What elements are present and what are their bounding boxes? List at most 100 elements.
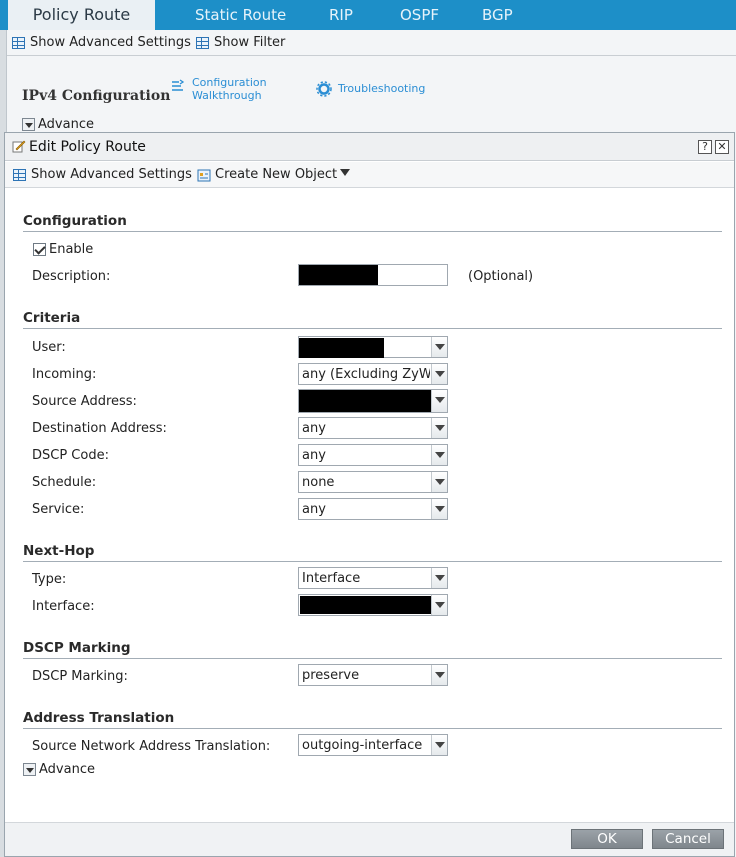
dialog-title-bar[interactable]: Edit Policy Route ? ✕ [5,133,734,161]
bg-show-filter-button[interactable]: Show Filter [196,35,285,51]
redacted-block [300,596,431,614]
advance-label: Advance [39,762,95,777]
description-input[interactable] [298,264,448,286]
table-icon [196,37,209,49]
dscp-code-value: any [302,448,326,463]
close-button[interactable]: ✕ [715,140,729,154]
tab-rip[interactable]: RIP [329,0,353,30]
destination-address-select[interactable]: any [298,417,448,439]
description-optional-hint: (Optional) [468,269,534,284]
help-button[interactable]: ? [698,140,712,154]
user-select[interactable] [298,336,448,358]
bg-advance-toggle[interactable]: Advance [22,117,94,132]
dscp-marking-select[interactable]: preserve [298,664,448,686]
redacted-block [299,338,384,358]
section-divider [23,231,722,232]
tab-policy-route[interactable]: Policy Route [8,0,155,30]
chevron-down-icon [431,499,447,519]
chevron-down-icon [431,568,447,588]
walkthrough-icon [172,79,185,91]
interface-select[interactable] [298,594,448,616]
expand-arrow-icon [22,118,35,131]
snat-select[interactable]: outgoing-interface [298,734,448,756]
service-label: Service: [32,502,85,517]
create-new-object-button[interactable]: Create New Object [197,167,351,183]
chevron-down-icon [431,472,447,492]
description-label: Description: [32,269,111,284]
enable-label: Enable [49,242,94,257]
expand-arrow-icon [23,763,36,776]
chevron-down-icon [431,337,447,357]
destination-address-label: Destination Address: [32,421,167,436]
troubleshooting-link[interactable]: Troubleshooting [316,81,426,97]
section-divider [23,658,722,659]
bg-show-filter-label: Show Filter [214,35,286,50]
object-icon [197,169,211,182]
source-address-label: Source Address: [32,394,137,409]
table-icon [12,37,25,49]
schedule-select[interactable]: none [298,471,448,493]
tab-bgp[interactable]: BGP [482,0,513,30]
dscp-code-select[interactable]: any [298,444,448,466]
criteria-section-title: Criteria [23,310,81,326]
ipv4-configuration-title: IPv4 Configuration [22,88,171,104]
show-advanced-settings-button[interactable]: Show Advanced Settings [13,167,192,183]
source-address-select[interactable] [298,389,448,413]
configuration-walkthrough-link[interactable]: Configuration Walkthrough [172,76,267,102]
type-value: Interface [302,571,361,586]
ok-button[interactable]: OK [571,829,643,849]
section-divider [23,328,722,329]
top-tab-bar: Policy Route Static Route RIP OSPF BGP [0,0,736,30]
redacted-block [299,265,378,285]
snat-label: Source Network Address Translation: [32,739,271,754]
bg-show-advanced-settings-button[interactable]: Show Advanced Settings [12,35,191,51]
chevron-down-icon [431,390,447,412]
edit-pencil-icon [12,140,26,153]
incoming-value: any (Excluding ZyW [302,367,430,382]
enable-checkbox[interactable] [33,243,46,256]
user-label: User: [32,340,66,355]
snat-value: outgoing-interface [302,738,423,753]
schedule-value: none [302,475,335,490]
dscp-marking-label: DSCP Marking: [32,669,128,684]
interface-label: Interface: [32,599,95,614]
edit-policy-route-dialog: Edit Policy Route ? ✕ Show Advanced Sett… [4,132,735,857]
destination-address-value: any [302,421,326,436]
section-divider [23,728,722,729]
incoming-select[interactable]: any (Excluding ZyW [298,363,448,385]
chevron-down-icon [431,665,447,685]
service-value: any [302,502,326,517]
type-select[interactable]: Interface [298,567,448,589]
table-icon [13,169,26,181]
section-divider [23,561,722,562]
type-label: Type: [32,572,67,587]
dscp-marking-value: preserve [302,668,360,683]
chevron-down-icon [340,169,351,176]
schedule-label: Schedule: [32,475,97,490]
service-select[interactable]: any [298,498,448,520]
troubleshooting-label: Troubleshooting [338,82,426,95]
tab-ospf[interactable]: OSPF [400,0,439,30]
tab-static-route[interactable]: Static Route [195,0,286,30]
bg-advance-label: Advance [38,117,94,132]
dialog-title: Edit Policy Route [29,139,146,155]
chevron-down-icon [431,595,447,615]
chevron-down-icon [431,445,447,465]
dscp-code-label: DSCP Code: [32,448,109,463]
address-translation-section-title: Address Translation [23,710,175,726]
advance-toggle[interactable]: Advance [23,762,95,777]
chevron-down-icon [431,418,447,438]
next-hop-section-title: Next-Hop [23,543,95,559]
dscp-marking-section-title: DSCP Marking [23,640,131,656]
gear-icon [316,81,332,97]
show-advanced-settings-label: Show Advanced Settings [31,167,192,182]
dialog-toolbar: Show Advanced Settings Create New Object [5,162,734,188]
bg-show-advanced-label: Show Advanced Settings [30,35,191,50]
create-new-object-label: Create New Object [215,167,338,182]
walkthrough-line-2: Walkthrough [192,89,262,102]
walkthrough-line-1: Configuration [192,76,267,89]
background-toolbar: Show Advanced Settings Show Filter [7,30,736,56]
cancel-button[interactable]: Cancel [652,829,724,849]
dialog-footer: OK Cancel [5,822,734,856]
redacted-block [299,390,432,412]
